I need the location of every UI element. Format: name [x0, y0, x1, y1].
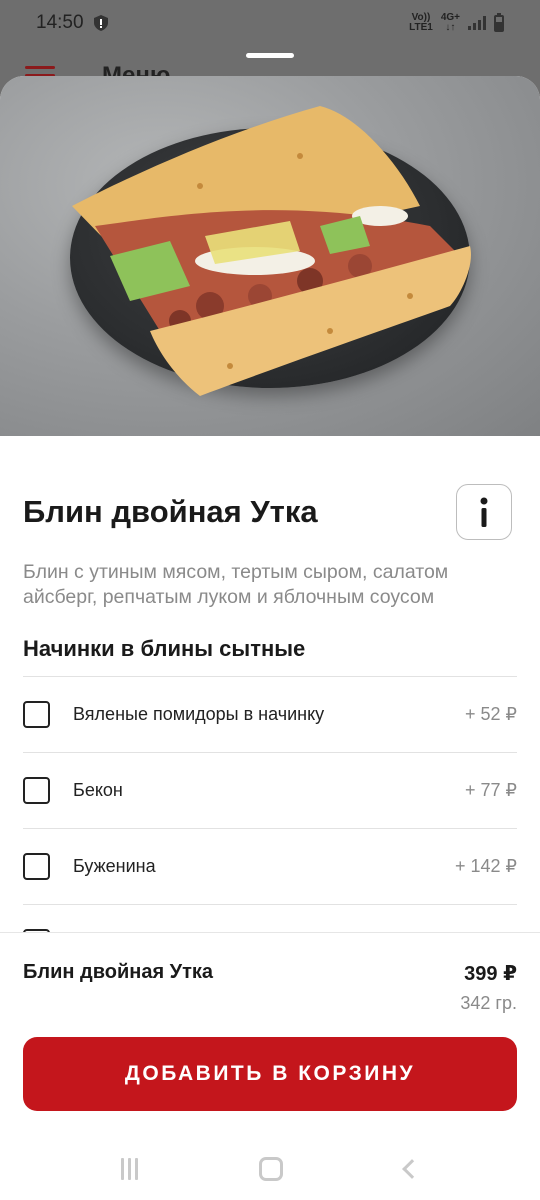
title-row: Блин двойная Утка — [0, 436, 540, 556]
screen: 14:50 Vo)) LTE1 4G+ ↓↑ Меню — [0, 0, 540, 1200]
add-to-cart-button[interactable]: ДОБАВИТЬ В КОРЗИНУ — [23, 1037, 517, 1111]
battery-icon — [494, 12, 504, 32]
option-row-buzhenina[interactable]: Буженина + 142 ₽ — [23, 828, 517, 904]
option-row-sundried-tomatoes[interactable]: Вяленые помидоры в начинку + 52 ₽ — [23, 676, 517, 752]
option-checkbox[interactable] — [23, 701, 50, 728]
network-indicator: 4G+ ↓↑ — [441, 13, 460, 33]
option-price: + 77 ₽ — [465, 780, 517, 800]
option-price: + 142 ₽ — [455, 856, 517, 876]
status-right: Vo)) LTE1 4G+ ↓↑ — [409, 12, 504, 33]
option-price: + 52 ₽ — [465, 704, 517, 724]
option-checkbox[interactable] — [23, 853, 50, 880]
volte-indicator: Vo)) LTE1 — [409, 13, 433, 33]
crepe-graphic — [72, 106, 471, 396]
footer-product-name: Блин двойная Утка — [23, 961, 214, 983]
lte-label: LTE1 — [409, 22, 433, 33]
fillings-section-title: Начинки в блины сытные — [23, 636, 306, 661]
product-image — [0, 76, 540, 436]
product-title: Блин двойная Утка — [23, 494, 318, 529]
product-content: Блин двойная Утка Блин с утиным мясом, т… — [0, 436, 540, 956]
status-time: 14:50 — [36, 12, 84, 33]
status-bar: 14:50 Vo)) LTE1 4G+ ↓↑ — [0, 0, 540, 46]
option-row-bacon[interactable]: Бекон + 77 ₽ — [23, 752, 517, 828]
status-left: 14:50 — [36, 12, 108, 34]
data-arrows-icon: ↓↑ — [445, 22, 456, 33]
sheet-grabber[interactable] — [246, 53, 294, 58]
home-icon[interactable] — [259, 1157, 284, 1181]
back-icon[interactable] — [402, 1159, 423, 1179]
product-description: Блин с утиным мясом, тертым сыром, салат… — [23, 561, 449, 608]
option-label: Буженина — [73, 856, 156, 876]
option-checkbox[interactable] — [23, 777, 50, 804]
option-label: Бекон — [73, 780, 123, 800]
info-button[interactable] — [456, 484, 512, 540]
info-icon — [480, 497, 488, 527]
footer-price: 399 ₽ — [464, 963, 517, 985]
option-label: Вяленые помидоры в начинку — [73, 704, 325, 724]
shield-icon — [93, 15, 108, 31]
recent-apps-icon[interactable] — [120, 1158, 138, 1180]
system-nav-bar — [0, 1138, 540, 1200]
signal-icon — [468, 16, 486, 30]
footer-weight: 342 гр. — [460, 993, 517, 1013]
